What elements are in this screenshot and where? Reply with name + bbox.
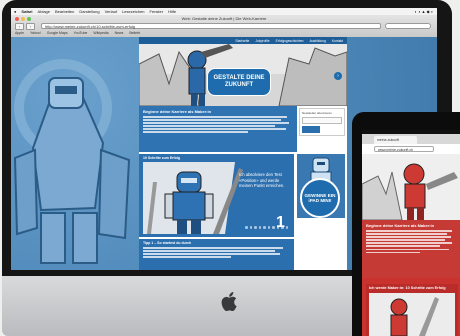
newsletter-submit-button[interactable] bbox=[302, 126, 320, 133]
hero-banner: GESTALTE DEINE ZUKUNFT › bbox=[139, 44, 347, 106]
ipad-slider: Ich werde Maker:in: 10 Schritte zum Erfo… bbox=[366, 284, 458, 336]
ipad-hero bbox=[362, 154, 460, 221]
slider-dot[interactable] bbox=[267, 226, 270, 229]
text-line bbox=[366, 245, 440, 247]
ipad-url-bar[interactable]: www.meine-zukunft.ch bbox=[374, 146, 434, 152]
ipad-contest-badge: GEWINNE EIN iPAD MINI! bbox=[300, 178, 340, 218]
newsletter-label: Newsletter abonnieren bbox=[302, 111, 333, 115]
text-line bbox=[143, 116, 287, 118]
slider-text: Ich absolviere den Test «Position» und w… bbox=[239, 172, 285, 189]
text-line bbox=[143, 256, 232, 258]
ad-line1: GEWINNE EIN bbox=[304, 192, 336, 198]
text-line bbox=[143, 250, 276, 252]
ipad-tab-bar: meine-zukunft bbox=[362, 134, 460, 144]
slider-stage: Ich absolviere den Test «Position» und w… bbox=[143, 162, 290, 234]
slider-dot[interactable] bbox=[258, 226, 261, 229]
background-robot-illustration bbox=[13, 59, 131, 264]
hero-title-line2: ZUKUNFT bbox=[224, 82, 254, 88]
slider-dot[interactable] bbox=[281, 226, 284, 229]
text-line bbox=[143, 128, 286, 130]
slider-dot[interactable] bbox=[276, 226, 279, 229]
text-line bbox=[143, 253, 280, 255]
text-line bbox=[366, 242, 453, 244]
ipad-slider-illustration bbox=[369, 293, 455, 336]
ipad-hero-illustration bbox=[362, 154, 460, 221]
hero-title-line1: GESTALTE DEINE bbox=[213, 75, 265, 81]
site-navigation: Startseite Jobprofile Erfolgsgeschichten… bbox=[139, 37, 347, 44]
intro-section: Beginne deine Karriere als Maker:in bbox=[139, 106, 297, 152]
ipad-contest-ad[interactable]: GEWINNE EIN iPAD MINI! bbox=[297, 154, 345, 218]
slider-step-number: 1 bbox=[276, 214, 285, 231]
ipad-screen: meine-zukunft www.meine-zukunft.ch Begin… bbox=[362, 130, 460, 336]
slider-dot[interactable] bbox=[285, 226, 288, 229]
text-line bbox=[366, 236, 451, 238]
slider-dot[interactable] bbox=[272, 226, 275, 229]
site-nav-item[interactable]: Jobprofile bbox=[255, 39, 269, 43]
site-nav-item[interactable]: Erfolgsgeschichten bbox=[276, 39, 304, 43]
ipad-intro-title: Beginne deine Karriere als Maker:in bbox=[366, 223, 435, 228]
slider-pagination bbox=[245, 226, 288, 229]
text-line bbox=[143, 247, 283, 249]
intro-title: Beginne deine Karriere als Maker:in bbox=[143, 109, 212, 114]
slider-dot[interactable] bbox=[245, 226, 248, 229]
text-line bbox=[143, 122, 289, 124]
text-line bbox=[366, 230, 453, 232]
ipad-browser-tab[interactable]: meine-zukunft bbox=[374, 136, 417, 144]
teaser-title: Tipp 1 – So startest du durch bbox=[143, 241, 192, 245]
steps-slider: 10 Schritte zum Erfolg Ich absolviere de… bbox=[139, 154, 294, 237]
text-line bbox=[143, 125, 275, 127]
ipad-intro: Beginne deine Karriere als Maker:in bbox=[362, 220, 460, 278]
text-line bbox=[143, 119, 281, 121]
ad-line2: iPAD MINI! bbox=[308, 198, 332, 203]
ipad-slider-title: Ich werde Maker:in: 10 Schritte zum Erfo… bbox=[369, 286, 446, 290]
hero-next-arrow-icon[interactable]: › bbox=[334, 72, 342, 80]
slider-dot[interactable] bbox=[254, 226, 257, 229]
text-line bbox=[366, 239, 446, 241]
text-line bbox=[143, 131, 248, 133]
teaser-section: Tipp 1 – So startest du durch bbox=[139, 239, 294, 270]
text-line bbox=[366, 251, 420, 254]
text-line bbox=[366, 233, 447, 235]
site-nav-item[interactable]: Startseite bbox=[235, 39, 249, 43]
slider-title: 10 Schritte zum Erfolg bbox=[143, 156, 180, 160]
ipad-slider-stage bbox=[369, 293, 455, 336]
apple-logo-icon bbox=[219, 290, 239, 312]
slider-dot[interactable] bbox=[249, 226, 252, 229]
site-nav-item[interactable]: Ausbildung bbox=[309, 39, 325, 43]
text-line bbox=[366, 248, 449, 251]
slider-dot[interactable] bbox=[263, 226, 266, 229]
newsletter-email-input[interactable] bbox=[302, 117, 342, 124]
hero-title-badge: GESTALTE DEINE ZUKUNFT bbox=[207, 68, 271, 96]
newsletter-box: Newsletter abonnieren bbox=[299, 108, 345, 136]
site-nav-item[interactable]: Kontakt bbox=[332, 39, 343, 43]
